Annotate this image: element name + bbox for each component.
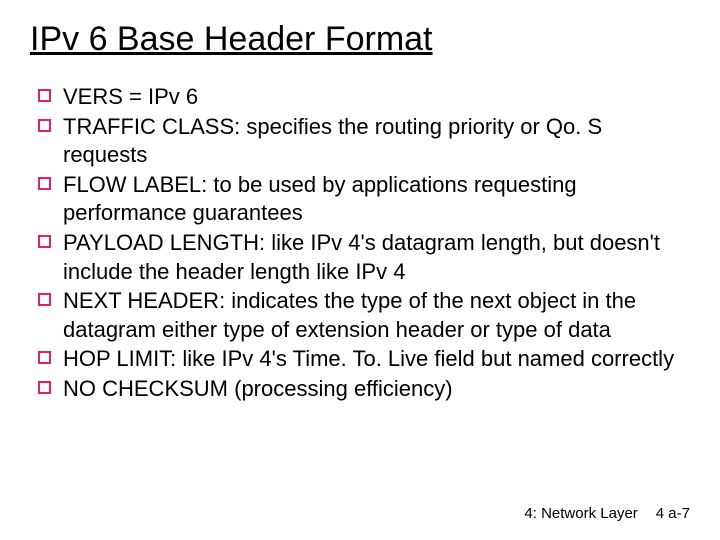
list-item: VERS = IPv 6 [38, 83, 690, 112]
bullet-text: PAYLOAD LENGTH: like IPv 4's datagram le… [63, 229, 690, 286]
list-item: NO CHECKSUM (processing efficiency) [38, 375, 690, 404]
bullet-square-icon [38, 293, 51, 306]
list-item: FLOW LABEL: to be used by applications r… [38, 171, 690, 228]
bullet-text: NEXT HEADER: indicates the type of the n… [63, 287, 690, 344]
footer-page: 4 a-7 [656, 505, 690, 522]
bullet-square-icon [38, 351, 51, 364]
bullet-square-icon [38, 89, 51, 102]
list-item: NEXT HEADER: indicates the type of the n… [38, 287, 690, 344]
bullet-list: VERS = IPv 6 TRAFFIC CLASS: specifies th… [30, 83, 690, 404]
bullet-square-icon [38, 119, 51, 132]
list-item: PAYLOAD LENGTH: like IPv 4's datagram le… [38, 229, 690, 286]
list-item: HOP LIMIT: like IPv 4's Time. To. Live f… [38, 345, 690, 374]
bullet-square-icon [38, 235, 51, 248]
slide-footer: 4: Network Layer 4 a-7 [524, 505, 690, 522]
list-item: TRAFFIC CLASS: specifies the routing pri… [38, 113, 690, 170]
bullet-square-icon [38, 381, 51, 394]
bullet-square-icon [38, 177, 51, 190]
bullet-text: FLOW LABEL: to be used by applications r… [63, 171, 690, 228]
bullet-text: VERS = IPv 6 [63, 83, 198, 112]
slide-title: IPv 6 Base Header Format [30, 20, 690, 59]
footer-section: 4: Network Layer [524, 505, 637, 522]
slide-container: IPv 6 Base Header Format VERS = IPv 6 TR… [0, 0, 720, 540]
bullet-text: TRAFFIC CLASS: specifies the routing pri… [63, 113, 690, 170]
bullet-text: NO CHECKSUM (processing efficiency) [63, 375, 453, 404]
bullet-text: HOP LIMIT: like IPv 4's Time. To. Live f… [63, 345, 674, 374]
